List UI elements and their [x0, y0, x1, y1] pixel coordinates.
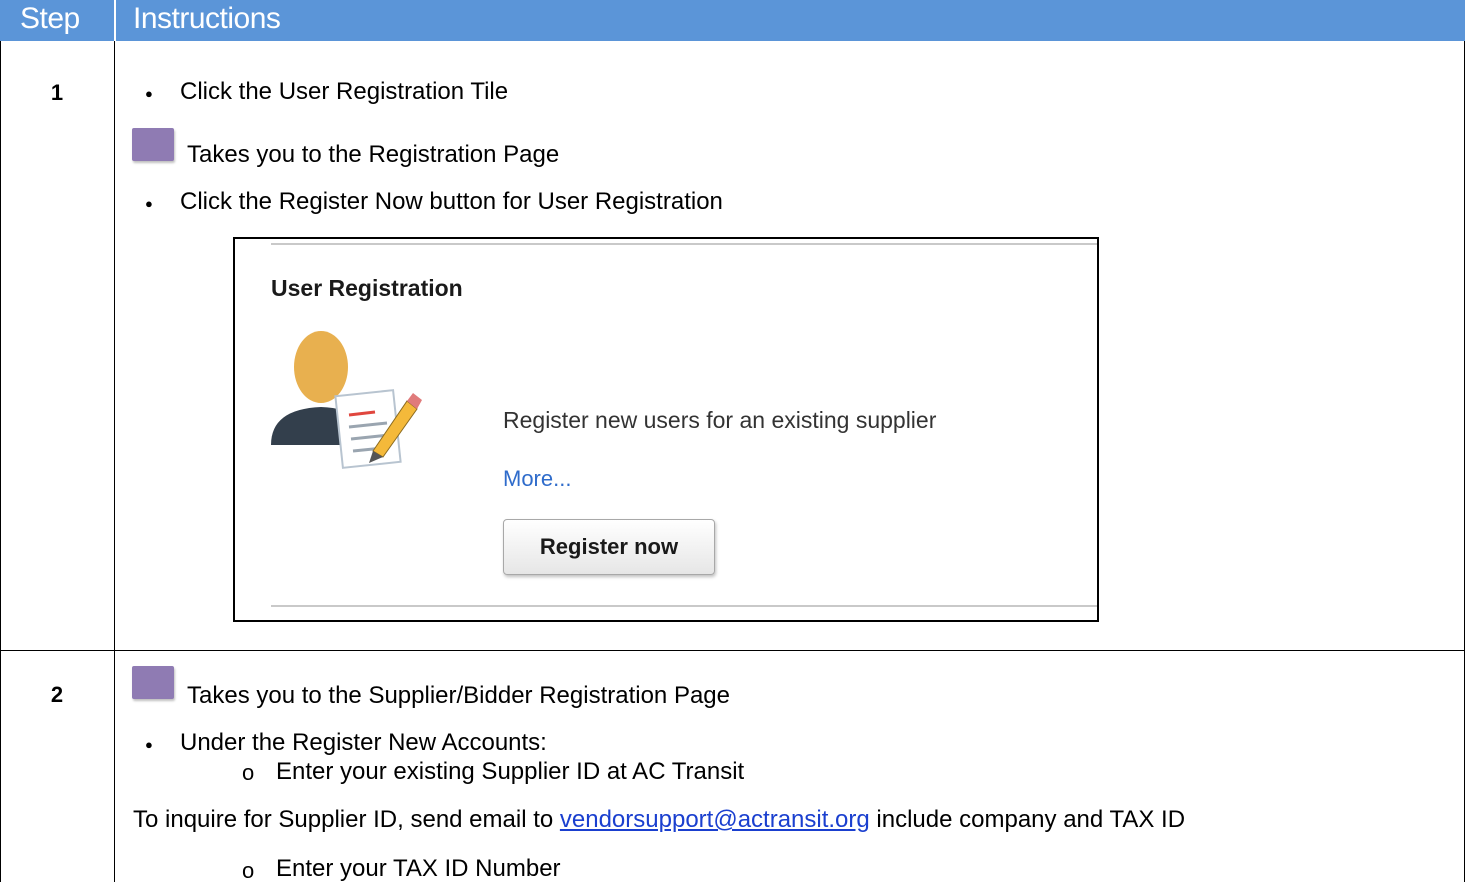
sub-instruction-text: Enter your existing Supplier ID at AC Tr…	[276, 758, 745, 785]
more-link[interactable]: More...	[503, 466, 571, 492]
inquire-text-after: include company and TAX ID	[876, 806, 1186, 833]
note-text: Takes you to the Registration Page	[187, 141, 560, 168]
sub-instruction-text: Enter your TAX ID Number	[276, 855, 561, 882]
step-number: 1	[50, 80, 64, 105]
inquire-text: To inquire for Supplier ID, send email t…	[133, 806, 1185, 834]
instruction-text: Click the User Registration Tile	[180, 78, 509, 105]
table-border-left	[0, 41, 1, 882]
vendor-support-email-link[interactable]: vendorsupport@actransit.org	[560, 806, 870, 833]
step-number: 2	[50, 682, 64, 707]
user-registration-description: Register new users for an existing suppl…	[503, 407, 937, 433]
note-icon	[132, 666, 174, 699]
register-now-button[interactable]: Register now	[503, 519, 715, 575]
bullet-icon: ●	[145, 86, 153, 101]
sub-bullet-icon: o	[242, 858, 255, 883]
bullet-icon: ●	[145, 737, 153, 752]
screenshot-divider-bottom	[271, 605, 1097, 607]
sub-bullet-icon: o	[242, 760, 255, 785]
note-text: Takes you to the Supplier/Bidder Registr…	[187, 682, 730, 709]
user-document-icon	[265, 323, 425, 473]
user-registration-title: User Registration	[271, 275, 463, 301]
header-instructions: Instructions	[133, 2, 281, 35]
header-divider	[114, 0, 116, 41]
header-step: Step	[20, 2, 80, 35]
user-registration-screenshot: User Registration Register new users for…	[233, 237, 1099, 622]
instruction-text: Click the Register Now button for User R…	[180, 188, 723, 215]
screenshot-divider-top	[271, 243, 1097, 245]
note-icon	[132, 128, 174, 161]
inquire-text-before: To inquire for Supplier ID, send email t…	[133, 806, 554, 833]
table-column-divider	[114, 41, 115, 882]
bullet-icon: ●	[145, 196, 153, 211]
instruction-text: Under the Register New Accounts:	[180, 729, 547, 756]
row-divider	[0, 650, 1465, 651]
